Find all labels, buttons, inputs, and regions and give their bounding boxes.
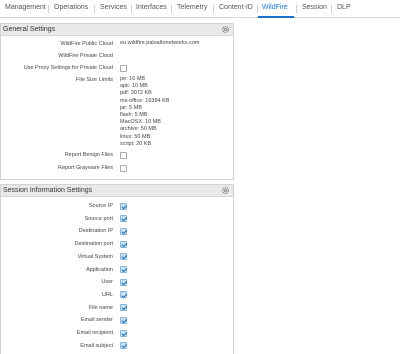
report-grayware-label: Report Grayware Files: [57, 165, 113, 171]
gear-icon[interactable]: [221, 25, 230, 34]
session-item-checkbox[interactable]: [120, 253, 127, 261]
session-item-label: File name: [88, 304, 113, 311]
session-item-label: Source IP: [88, 203, 113, 209]
file-size-item: jar: 5 MB: [120, 104, 143, 111]
general-settings-panel: General Settings WildFire Public Cloud e…: [0, 23, 234, 180]
general-settings-title: General Settings: [3, 26, 56, 33]
session-settings-title: Session Information Settings: [3, 187, 93, 194]
session-item-checkbox[interactable]: [120, 227, 127, 235]
file-size-item: archive: 50 MB: [120, 126, 157, 133]
gear-icon[interactable]: [221, 186, 230, 195]
public-cloud-label: WildFire Public Cloud: [60, 41, 113, 47]
tab-divider: [213, 5, 214, 13]
session-item-label: Application: [86, 266, 113, 273]
session-settings-header: Session Information Settings: [1, 185, 233, 197]
session-item-label: URL: [101, 291, 113, 298]
session-item-label: Email subject: [80, 342, 113, 349]
session-item-label: Source port: [84, 215, 113, 222]
session-item-label: Destination port: [74, 241, 113, 248]
file-size-limits-label: File Size Limits: [76, 77, 113, 83]
session-settings-panel: Session Information Settings Source IP So…: [0, 184, 234, 354]
session-item-checkbox[interactable]: [120, 278, 127, 286]
tab-divider: [94, 5, 95, 13]
file-size-item: pe: 16 MB: [120, 76, 146, 82]
tab-telemetry[interactable]: Telemetry: [177, 4, 207, 11]
session-item-checkbox[interactable]: [120, 291, 127, 299]
session-item-checkbox[interactable]: [120, 304, 127, 312]
report-benign-label: Report Benign Files: [64, 152, 113, 158]
proxy-settings-checkbox[interactable]: [120, 65, 127, 72]
tab-dlp[interactable]: DLP: [337, 4, 351, 11]
tab-services[interactable]: Services: [100, 4, 127, 11]
session-item-checkbox[interactable]: [120, 316, 127, 324]
file-size-item: ms-office: 16384 KB: [120, 97, 170, 104]
file-size-limits-list: pe: 16 MB apk: 10 MB pdf: 3072 KB ms-off…: [120, 76, 169, 148]
tab-divider: [257, 5, 258, 13]
tab-management[interactable]: Management: [5, 4, 46, 11]
tab-session[interactable]: Session: [302, 4, 327, 11]
tab-divider: [48, 5, 49, 13]
public-cloud-value: eu.wildfire.paloaltonetworks.com: [120, 40, 200, 46]
tab-interfaces[interactable]: Interfaces: [136, 4, 167, 11]
session-item-checkbox[interactable]: [120, 342, 127, 350]
file-size-item: pdf: 3072 KB: [120, 90, 152, 97]
tab-wildfire[interactable]: WildFire: [262, 4, 288, 11]
tab-bar: Management Operations Services Interface…: [0, 0, 400, 18]
tab-divider: [131, 5, 132, 13]
active-tab-indicator: [258, 16, 294, 18]
proxy-settings-label: Use Proxy Settings for Private Cloud: [23, 65, 113, 71]
tab-content-id[interactable]: Content-ID: [219, 4, 253, 11]
file-size-item: script: 20 KB: [120, 140, 152, 147]
file-size-item: apk: 10 MB: [120, 83, 148, 90]
session-item-label: Email sender: [80, 317, 113, 324]
session-item-label: Destination IP: [78, 228, 113, 235]
file-size-item: MacOSX: 10 MB: [120, 119, 161, 126]
file-size-item: flash: 5 MB: [120, 112, 148, 119]
session-item-label: User: [101, 279, 113, 286]
tab-divider: [296, 5, 297, 13]
session-item-label: Email recipient: [76, 330, 113, 336]
file-size-item: linux: 50 MB: [120, 133, 151, 140]
general-settings-header: General Settings: [1, 24, 233, 36]
tab-operations[interactable]: Operations: [54, 4, 88, 11]
report-benign-checkbox[interactable]: [120, 152, 127, 159]
report-grayware-checkbox[interactable]: [120, 165, 127, 172]
tab-divider: [171, 5, 172, 13]
session-item-checkbox[interactable]: [120, 215, 127, 223]
session-item-checkbox[interactable]: [120, 202, 127, 210]
private-cloud-label: WildFire Private Cloud: [58, 53, 113, 59]
tab-divider: [331, 5, 332, 13]
session-item-label: Virtual System: [77, 253, 113, 260]
session-item-checkbox[interactable]: [120, 329, 127, 337]
session-item-checkbox[interactable]: [120, 266, 127, 273]
session-item-checkbox[interactable]: [120, 240, 127, 248]
